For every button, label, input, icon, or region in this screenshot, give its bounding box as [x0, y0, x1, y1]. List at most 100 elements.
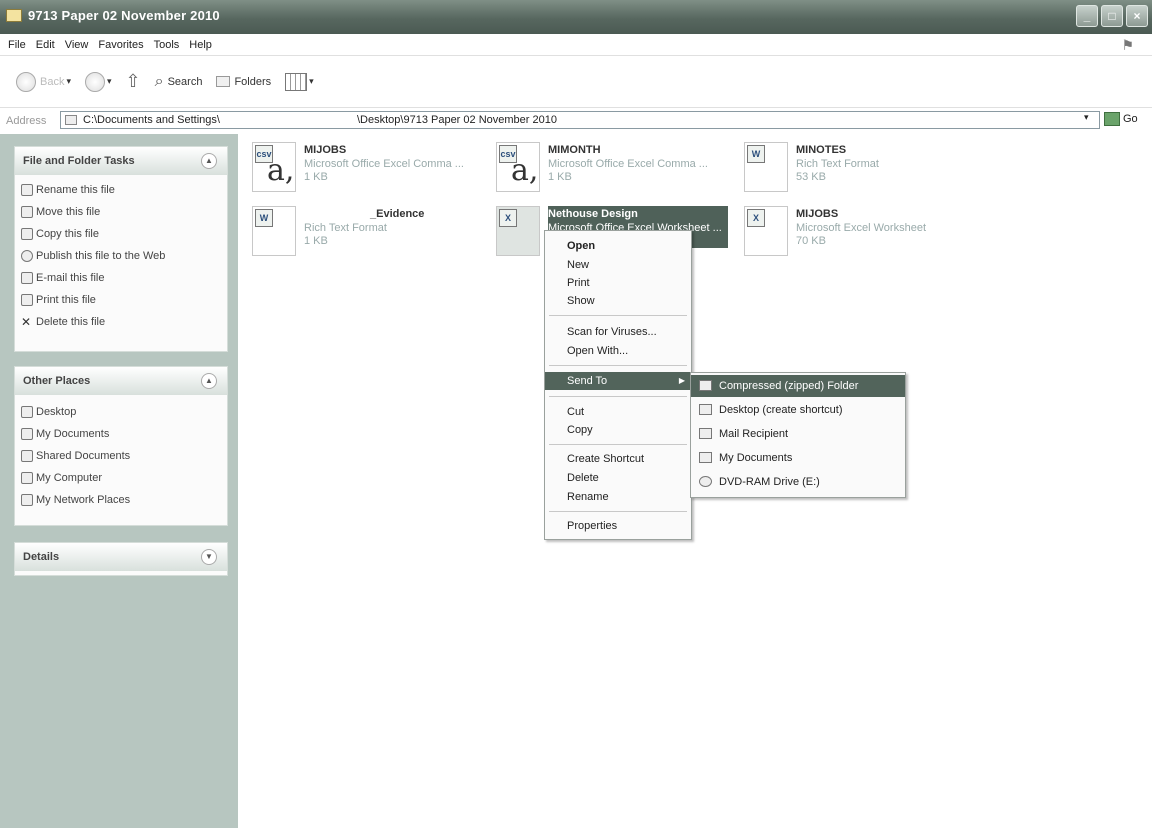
- folder-icon: [21, 450, 33, 462]
- file-item[interactable]: csv a, MIMONTH Microsoft Office Excel Com…: [496, 142, 736, 198]
- file-type: Microsoft Excel Worksheet: [796, 222, 927, 234]
- file-size: 70 KB: [796, 235, 826, 247]
- rename-icon: [21, 184, 33, 196]
- menu-item-show[interactable]: Show: [545, 292, 691, 310]
- menu-item-copy[interactable]: Copy: [545, 421, 691, 439]
- close-button[interactable]: ×: [1126, 5, 1148, 27]
- menu-tools[interactable]: Tools: [154, 39, 180, 51]
- menu-item-send-to[interactable]: Send To ▶: [545, 372, 691, 390]
- place-network[interactable]: My Network Places: [15, 489, 227, 511]
- task-label: E-mail this file: [36, 272, 105, 284]
- back-arrow-icon: [16, 71, 36, 92]
- send-to-dvd-drive[interactable]: DVD-RAM Drive (E:): [691, 471, 905, 493]
- menu-item-rename[interactable]: Rename: [545, 488, 691, 506]
- up-button[interactable]: ⇧: [126, 71, 141, 92]
- other-places-header[interactable]: Other Places ▲: [15, 367, 227, 395]
- menu-item-scan-viruses[interactable]: Scan for Viruses...: [545, 323, 691, 341]
- task-label: Publish this file to the Web: [36, 250, 166, 262]
- file-item[interactable]: X MIJOBS Microsoft Excel Worksheet 70 KB: [744, 206, 984, 262]
- menu-separator: [549, 365, 687, 366]
- go-arrow-icon: [1104, 112, 1120, 126]
- menu-item-create-shortcut[interactable]: Create Shortcut: [545, 450, 691, 468]
- task-email[interactable]: E-mail this file: [15, 267, 227, 289]
- address-bar: Address C:\Documents and Settings\ \Desk…: [0, 108, 1152, 134]
- chevron-down-icon: ▾: [107, 76, 112, 86]
- place-my-computer[interactable]: My Computer: [15, 467, 227, 489]
- file-item[interactable]: csv a, MIJOBS Microsoft Office Excel Comm…: [252, 142, 492, 198]
- rtf-file-icon: W: [252, 206, 296, 256]
- task-move[interactable]: Move this file: [15, 201, 227, 223]
- address-path-part1: C:\Documents and Settings\: [83, 114, 220, 126]
- desktop-icon: [699, 404, 712, 415]
- back-button[interactable]: Back ▾: [16, 71, 71, 92]
- menu-help[interactable]: Help: [189, 39, 212, 51]
- network-icon: [21, 494, 33, 506]
- task-publish[interactable]: Publish this file to the Web: [15, 245, 227, 267]
- windows-flag-icon: ⚑: [1121, 37, 1134, 53]
- zip-folder-icon: [699, 380, 712, 391]
- menu-item-open-with[interactable]: Open With...: [545, 342, 691, 360]
- title-bar[interactable]: 9713 Paper 02 November 2010 _ □ ×: [0, 0, 1152, 34]
- views-button[interactable]: ▾: [285, 72, 314, 91]
- printer-icon: [21, 294, 33, 306]
- task-label: Print this file: [36, 294, 96, 306]
- menu-item-cut[interactable]: Cut: [545, 403, 691, 421]
- window-controls: _ □ ×: [1076, 5, 1148, 27]
- menu-item-new[interactable]: New: [545, 256, 691, 274]
- email-icon: [21, 272, 33, 284]
- forward-button[interactable]: ▾: [85, 71, 112, 92]
- file-item[interactable]: W MINOTES Rich Text Format 53 KB: [744, 142, 984, 198]
- maximize-button[interactable]: □: [1101, 5, 1123, 27]
- address-input[interactable]: C:\Documents and Settings\ \Desktop\9713…: [60, 111, 1100, 129]
- submenu-label: Compressed (zipped) Folder: [719, 380, 859, 392]
- task-delete[interactable]: ✕ Delete this file: [15, 311, 227, 333]
- folder-icon: [699, 452, 712, 463]
- other-places-title: Other Places: [23, 375, 91, 387]
- place-shared-documents[interactable]: Shared Documents: [15, 445, 227, 467]
- minimize-button[interactable]: _: [1076, 5, 1098, 27]
- folders-icon: [216, 76, 231, 87]
- file-size: 1 KB: [304, 171, 328, 183]
- submenu-label: DVD-RAM Drive (E:): [719, 476, 820, 488]
- go-button[interactable]: Go: [1104, 112, 1138, 126]
- send-to-submenu: Compressed (zipped) Folder Desktop (crea…: [690, 372, 906, 498]
- menu-edit[interactable]: Edit: [36, 39, 55, 51]
- go-label: Go: [1123, 113, 1138, 125]
- details-panel: Details ▼: [14, 542, 228, 576]
- send-to-my-documents[interactable]: My Documents: [691, 447, 905, 469]
- folders-button[interactable]: Folders: [216, 76, 271, 88]
- task-label: Copy this file: [36, 228, 99, 240]
- menu-separator: [549, 444, 687, 445]
- task-print[interactable]: Print this file: [15, 289, 227, 311]
- menu-item-print[interactable]: Print: [545, 274, 691, 292]
- dvd-drive-icon: [699, 476, 712, 487]
- menu-item-open[interactable]: Open: [545, 237, 691, 255]
- folder-icon: [65, 115, 77, 125]
- file-item[interactable]: W _Evidence Rich Text Format 1 KB: [252, 206, 492, 262]
- menu-item-delete[interactable]: Delete: [545, 469, 691, 487]
- send-to-mail-recipient[interactable]: Mail Recipient: [691, 423, 905, 445]
- file-tasks-header[interactable]: File and Folder Tasks ▲: [15, 147, 227, 175]
- address-dropdown-icon[interactable]: ▾: [1084, 112, 1089, 123]
- expand-icon[interactable]: ▼: [201, 549, 217, 565]
- task-copy[interactable]: Copy this file: [15, 223, 227, 245]
- task-label: Move this file: [36, 206, 101, 218]
- search-button[interactable]: ⌕ Search: [155, 73, 203, 91]
- place-desktop[interactable]: Desktop: [15, 401, 227, 423]
- send-to-compressed-folder[interactable]: Compressed (zipped) Folder: [691, 375, 905, 397]
- place-my-documents[interactable]: My Documents: [15, 423, 227, 445]
- menu-view[interactable]: View: [65, 39, 89, 51]
- excel-file-icon: X: [744, 206, 788, 256]
- details-header[interactable]: Details ▼: [15, 543, 227, 571]
- send-to-desktop[interactable]: Desktop (create shortcut): [691, 399, 905, 421]
- task-rename[interactable]: Rename this file: [15, 179, 227, 201]
- file-size: 1 KB: [548, 171, 572, 183]
- menu-favorites[interactable]: Favorites: [98, 39, 143, 51]
- collapse-icon[interactable]: ▲: [201, 153, 217, 169]
- file-name: _Evidence: [370, 208, 425, 220]
- menu-file[interactable]: File: [8, 39, 26, 51]
- collapse-icon[interactable]: ▲: [201, 373, 217, 389]
- task-label: Rename this file: [36, 184, 115, 196]
- menu-item-properties[interactable]: Properties: [545, 517, 691, 535]
- context-menu: Open New Print Show Scan for Viruses... …: [544, 230, 692, 540]
